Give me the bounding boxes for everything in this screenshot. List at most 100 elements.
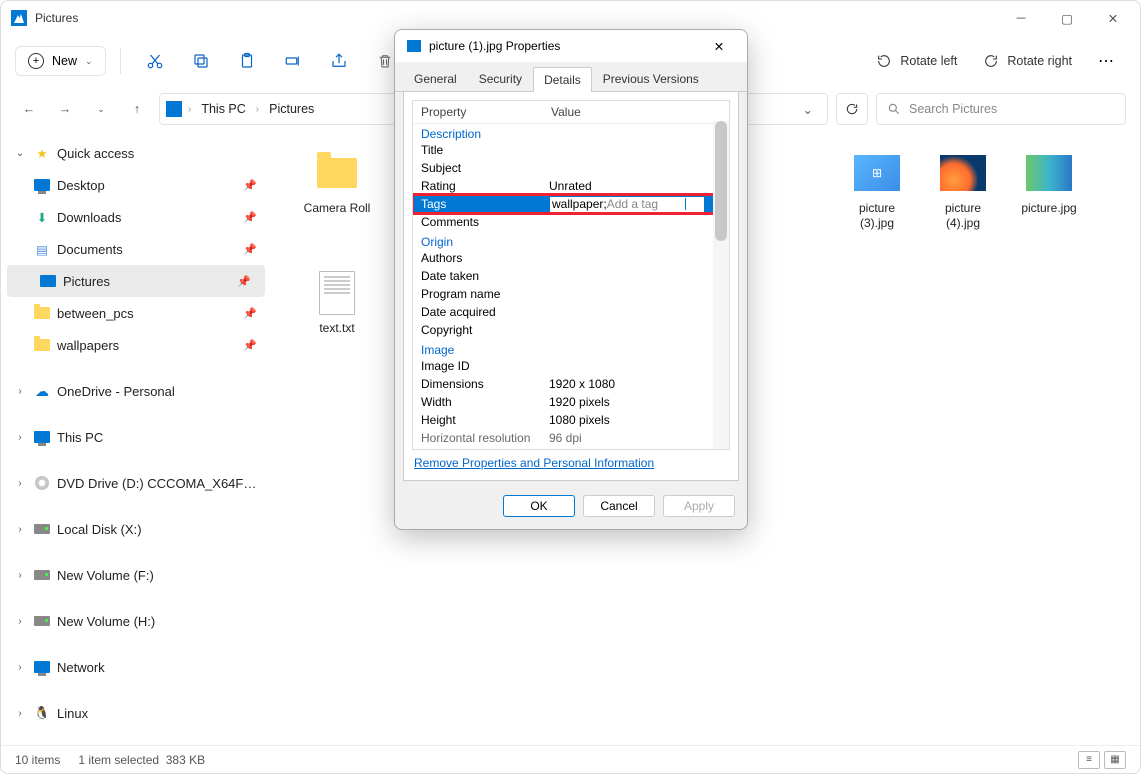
file-item[interactable]: picture (4).jpg	[927, 151, 999, 261]
tags-input[interactable]: wallpaper; Add a tag	[549, 196, 705, 213]
prop-width[interactable]: Width	[421, 395, 549, 409]
breadcrumb[interactable]: This PC	[197, 100, 249, 118]
sidebar-linux[interactable]: ›🐧 Linux	[1, 697, 271, 729]
more-button[interactable]: ⋯	[1088, 51, 1126, 71]
sidebar-network[interactable]: › Network	[1, 651, 271, 683]
tab-details[interactable]: Details	[533, 67, 592, 92]
tab-previous-versions[interactable]: Previous Versions	[592, 66, 710, 91]
file-item[interactable]: ⊞ picture (3).jpg	[841, 151, 913, 261]
window-close-button[interactable]: ✕	[1090, 3, 1136, 33]
prop-rating[interactable]: Rating	[421, 179, 549, 193]
pin-icon: 📌	[243, 211, 257, 224]
cut-button[interactable]	[135, 43, 175, 79]
share-button[interactable]	[319, 43, 359, 79]
dialog-tabs: General Security Details Previous Versio…	[395, 62, 747, 92]
sidebar-quick-access[interactable]: ⌄★ Quick access	[1, 137, 271, 169]
status-selection: 1 item selected	[78, 753, 159, 767]
scrollbar[interactable]	[713, 121, 729, 449]
prop-image-id[interactable]: Image ID	[421, 359, 549, 373]
sidebar-dvd[interactable]: › DVD Drive (D:) CCCOMA_X64FRE_EN-US	[1, 467, 271, 499]
dialog-icon	[407, 40, 421, 52]
column-property: Property	[421, 105, 551, 119]
property-grid: Property Value Description Title Subject…	[412, 100, 730, 450]
drive-icon	[34, 616, 50, 626]
drive-icon	[34, 570, 50, 580]
prop-date-taken[interactable]: Date taken	[421, 269, 549, 283]
new-button[interactable]: + New ⌄	[15, 46, 106, 76]
folder-icon	[34, 339, 50, 351]
sidebar-item-desktop[interactable]: Desktop 📌	[1, 169, 271, 201]
image-thumbnail	[1026, 155, 1072, 191]
dvd-icon	[35, 476, 49, 490]
paste-button[interactable]	[227, 43, 267, 79]
prop-date-acquired[interactable]: Date acquired	[421, 305, 549, 319]
prop-tags-row[interactable]: Tags wallpaper; Add a tag	[413, 195, 713, 213]
prop-tags: Tags	[421, 197, 549, 211]
plus-icon: +	[28, 53, 44, 69]
image-thumbnail: ⊞	[854, 155, 900, 191]
navigation-pane: ⌄★ Quick access Desktop 📌 ⬇ Downloads 📌 …	[1, 131, 271, 745]
prop-hres[interactable]: Horizontal resolution	[421, 431, 549, 445]
tab-security[interactable]: Security	[468, 66, 533, 91]
recent-button[interactable]: ⌄	[87, 95, 115, 123]
network-icon	[34, 661, 50, 673]
sidebar-item-folder[interactable]: wallpapers 📌	[1, 329, 271, 361]
address-dropdown[interactable]: ⌄	[795, 102, 821, 117]
dialog-title: picture (1).jpg Properties	[429, 39, 560, 53]
tab-general[interactable]: General	[403, 66, 468, 91]
refresh-button[interactable]	[836, 93, 868, 125]
prop-comments[interactable]: Comments	[421, 215, 549, 229]
dialog-titlebar[interactable]: picture (1).jpg Properties ✕	[395, 30, 747, 62]
pictures-icon	[40, 275, 56, 287]
apply-button[interactable]: Apply	[663, 495, 735, 517]
copy-button[interactable]	[181, 43, 221, 79]
prop-title[interactable]: Title	[421, 143, 549, 157]
rename-button[interactable]	[273, 43, 313, 79]
monitor-icon	[34, 431, 50, 443]
chevron-down-icon: ⌄	[85, 56, 93, 67]
remove-properties-link[interactable]: Remove Properties and Personal Informati…	[412, 450, 730, 472]
file-item[interactable]: text.txt	[301, 271, 373, 336]
file-item[interactable]: picture.jpg	[1013, 151, 1085, 261]
view-details-button[interactable]: ≡	[1078, 751, 1100, 769]
status-count: 10 items	[15, 753, 60, 767]
window-minimize-button[interactable]: ─	[998, 3, 1044, 33]
rotate-left-button[interactable]: Rotate left	[866, 47, 967, 75]
forward-button[interactable]: →	[51, 95, 79, 123]
sidebar-item-pictures[interactable]: Pictures 📌	[7, 265, 265, 297]
breadcrumb[interactable]: Pictures	[265, 100, 318, 118]
properties-dialog: picture (1).jpg Properties ✕ General Sec…	[394, 29, 748, 530]
ok-button[interactable]: OK	[503, 495, 575, 517]
cancel-button[interactable]: Cancel	[583, 495, 655, 517]
sidebar-localdisk-x[interactable]: › Local Disk (X:)	[1, 513, 271, 545]
dialog-close-button[interactable]: ✕	[699, 32, 739, 60]
group-image: Image	[421, 339, 549, 357]
prop-height[interactable]: Height	[421, 413, 549, 427]
sidebar-item-folder[interactable]: between_pcs 📌	[1, 297, 271, 329]
view-icons-button[interactable]: ▦	[1104, 751, 1126, 769]
sidebar-volume-f[interactable]: › New Volume (F:)	[1, 559, 271, 591]
up-button[interactable]: ↑	[123, 95, 151, 123]
prop-dimensions[interactable]: Dimensions	[421, 377, 549, 391]
prop-authors[interactable]: Authors	[421, 251, 549, 265]
prop-copyright[interactable]: Copyright	[421, 323, 549, 337]
prop-program-name[interactable]: Program name	[421, 287, 549, 301]
rotate-right-button[interactable]: Rotate right	[973, 47, 1082, 75]
sidebar-onedrive[interactable]: ›☁ OneDrive - Personal	[1, 375, 271, 407]
sidebar-item-documents[interactable]: ▤ Documents 📌	[1, 233, 271, 265]
sidebar-item-downloads[interactable]: ⬇ Downloads 📌	[1, 201, 271, 233]
pin-icon: 📌	[243, 179, 257, 192]
file-item[interactable]: Camera Roll	[301, 151, 373, 261]
folder-icon	[34, 307, 50, 319]
sidebar-volume-h[interactable]: › New Volume (H:)	[1, 605, 271, 637]
status-size: 383 KB	[166, 753, 205, 767]
column-value: Value	[551, 105, 581, 119]
pin-icon: 📌	[237, 275, 251, 288]
window-title: Pictures	[35, 11, 78, 25]
back-button[interactable]: ←	[15, 95, 43, 123]
prop-subject[interactable]: Subject	[421, 161, 549, 175]
window-maximize-button[interactable]: ▢	[1044, 3, 1090, 33]
search-box[interactable]: Search Pictures	[876, 93, 1126, 125]
sidebar-thispc[interactable]: › This PC	[1, 421, 271, 453]
location-icon	[166, 101, 182, 117]
